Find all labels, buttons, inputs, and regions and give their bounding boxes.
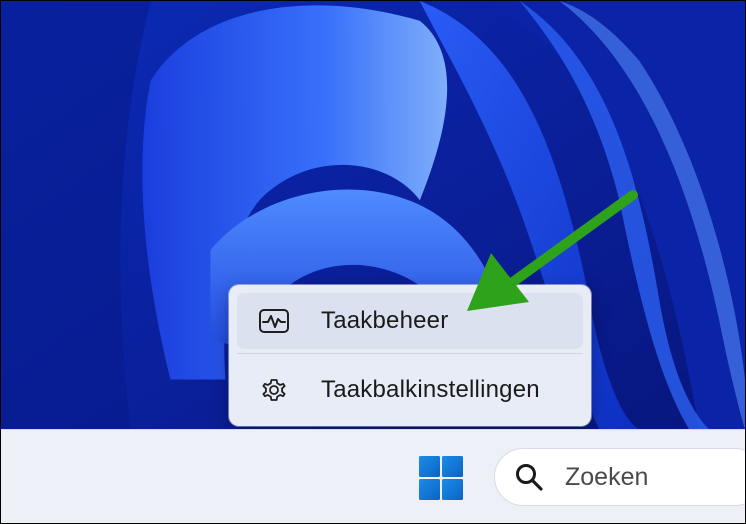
menu-divider <box>237 353 583 354</box>
menu-item-label: Taakbeheer <box>321 307 449 334</box>
task-manager-icon <box>257 304 291 338</box>
menu-item-label: Taakbalkinstellingen <box>321 376 540 403</box>
gear-icon <box>257 373 291 407</box>
taskbar-search-box[interactable]: Zoeken <box>494 448 745 506</box>
taskbar-context-menu: Taakbeheer Taakbalkinstellingen <box>229 285 591 426</box>
menu-item-taskbar-settings[interactable]: Taakbalkinstellingen <box>237 362 583 418</box>
menu-item-task-manager[interactable]: Taakbeheer <box>237 293 583 349</box>
windows-logo-icon <box>418 455 464 506</box>
start-button[interactable] <box>415 454 467 506</box>
taskbar: Zoeken <box>1 429 745 523</box>
screen: Taakbeheer Taakbalkinstellingen Zoeken <box>0 0 746 524</box>
search-icon <box>513 461 545 493</box>
search-placeholder: Zoeken <box>565 462 649 491</box>
